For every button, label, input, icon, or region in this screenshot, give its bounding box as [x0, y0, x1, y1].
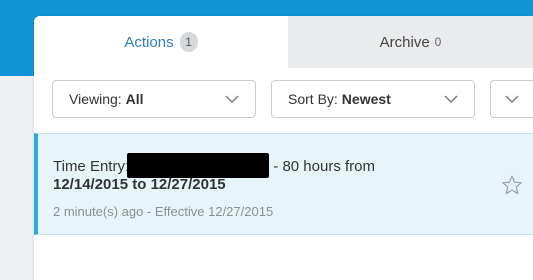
sort-by-select[interactable]: Sort By: Newest	[271, 80, 475, 118]
chevron-down-icon	[444, 95, 458, 103]
card-title-prefix: Time Entry:	[53, 158, 130, 175]
tab-actions-label: Actions	[124, 33, 174, 51]
chevron-down-icon	[225, 95, 239, 103]
sort-by-label: Sort By:	[288, 91, 338, 107]
tab-archive-label: Archive	[379, 33, 430, 51]
actions-count-badge: 1	[179, 32, 198, 52]
redacted-name	[127, 153, 270, 178]
chevron-down-icon	[505, 95, 519, 103]
star-icon[interactable]	[501, 174, 523, 196]
card-meta: 2 minute(s) ago - Effective 12/27/2015	[53, 204, 274, 219]
archive-count: 0	[434, 35, 442, 49]
card-title: Time Entry: - 80 hours from	[53, 153, 375, 178]
viewing-filter-label: Viewing:	[69, 91, 122, 107]
tab-archive[interactable]: Archive 0	[288, 16, 533, 68]
tab-actions[interactable]: Actions 1	[34, 16, 288, 68]
card-title-suffix: - 80 hours from	[273, 158, 376, 175]
viewing-filter-select[interactable]: Viewing: All	[52, 80, 256, 118]
card-date-range: 12/14/2015 to 12/27/2015	[53, 176, 226, 193]
sort-by-value: Newest	[341, 91, 391, 107]
viewing-filter-value: All	[125, 91, 144, 107]
more-options-dropdown[interactable]	[490, 80, 533, 118]
action-item-card[interactable]: Time Entry: - 80 hours from 12/14/2015 t…	[34, 133, 533, 235]
